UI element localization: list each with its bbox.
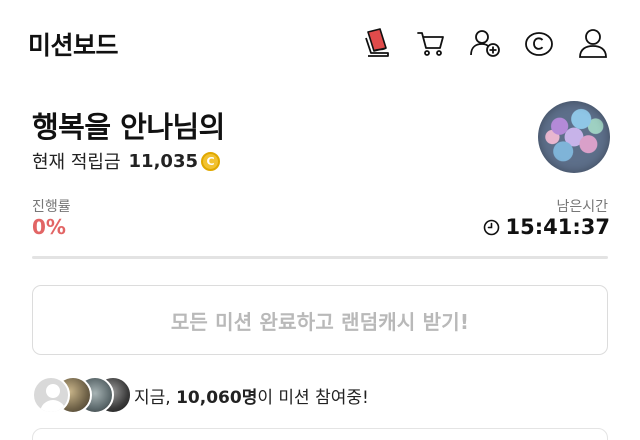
add-friend-icon[interactable] xyxy=(468,26,502,60)
avatar xyxy=(32,376,70,414)
ticket-icon[interactable] xyxy=(360,26,394,60)
profile-icon[interactable] xyxy=(576,26,610,60)
divider xyxy=(32,256,608,259)
remaining-time-value: 15:41:37 xyxy=(505,215,610,239)
mission-list-card xyxy=(32,428,608,440)
header: 미션보드 xyxy=(0,0,640,84)
coin-icon[interactable] xyxy=(522,26,556,60)
participants-count: 10,060명 xyxy=(176,387,258,408)
coin-badge-icon: C xyxy=(201,151,220,171)
page-title: 미션보드 xyxy=(28,31,119,60)
header-icon-bar xyxy=(360,26,610,60)
participants-suffix: 이 미션 참여중! xyxy=(257,387,369,408)
greeting-title: 행복을 안나님의 xyxy=(32,110,225,144)
participants-text: 지금, 10,060명이 미션 참여중! xyxy=(134,383,369,408)
remaining-time-label: 남은시간 xyxy=(556,199,608,215)
balance-value: 11,035 xyxy=(128,150,198,172)
remaining-time-row: 15:41:37 xyxy=(483,215,610,239)
clock-icon xyxy=(483,219,500,236)
cart-icon[interactable] xyxy=(414,26,448,60)
participant-avatar-stack xyxy=(32,376,132,414)
claim-random-cash-button[interactable]: 모든 미션 완료하고 랜덤캐시 받기! xyxy=(32,285,608,355)
balance-label: 현재 적립금 xyxy=(32,152,121,173)
participants-row: 지금, 10,060명이 미션 참여중! xyxy=(32,376,369,414)
mission-board-page: 미션보드 행복을 안나님의 현재 적립금 11,035 C 진행률 0% 남은시… xyxy=(0,0,640,440)
balance-row: 현재 적립금 11,035 C xyxy=(32,148,220,174)
progress-label: 진행률 xyxy=(32,199,71,215)
user-avatar[interactable] xyxy=(538,101,610,173)
participants-prefix: 지금, xyxy=(134,387,177,408)
progress-value: 0% xyxy=(32,215,66,239)
